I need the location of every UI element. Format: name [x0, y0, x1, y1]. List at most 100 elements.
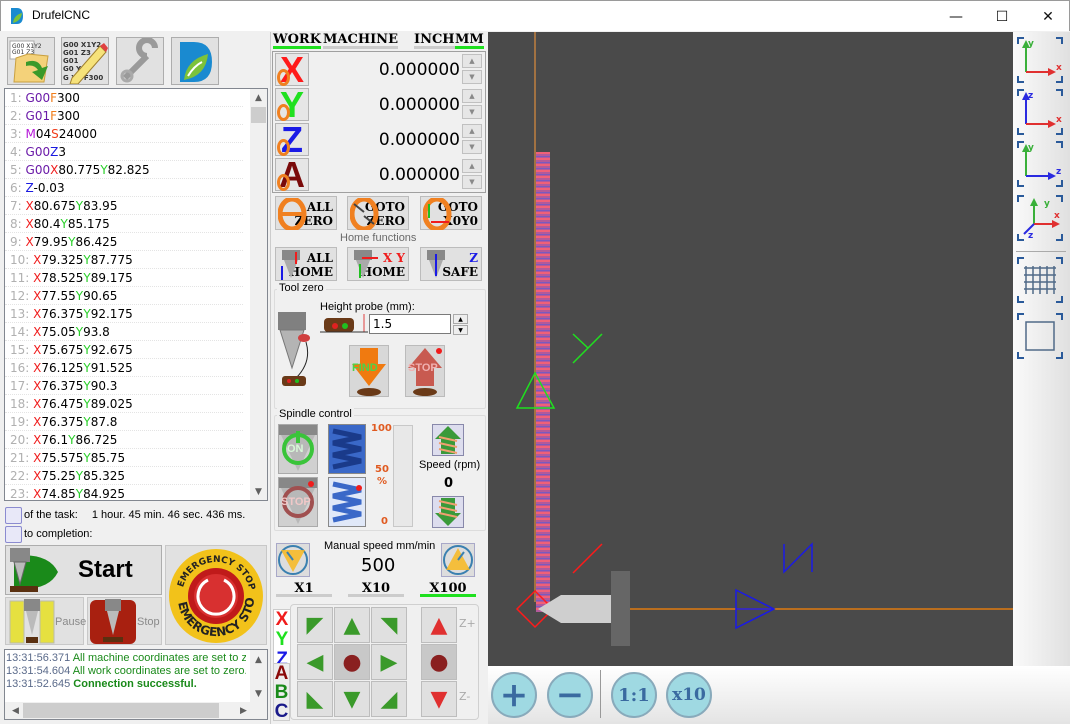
gcode-line[interactable]: 12: X77.55Y90.65 — [5, 287, 243, 305]
gcode-line[interactable]: 17: X76.375Y90.3 — [5, 377, 243, 395]
toolpath-canvas[interactable] — [488, 32, 1013, 666]
multiplier-x100[interactable]: X100 — [420, 581, 476, 597]
gcode-line[interactable]: 9: X79.95Y86.425 — [5, 233, 243, 251]
tab-machine[interactable]: MACHINE — [323, 32, 398, 49]
scroll-up-icon[interactable]: ▲ — [250, 89, 267, 106]
open-gcode-button[interactable]: G00 X1Y2 G01 Z3 — [7, 37, 55, 85]
gcode-line[interactable]: 4: G00Z3 — [5, 143, 243, 161]
zero-axis-a-button[interactable]: A — [275, 157, 309, 193]
gcode-line[interactable]: 3: M04S24000 — [5, 125, 243, 143]
probe-spin-down[interactable]: ▼ — [453, 325, 468, 335]
zoom-in-button[interactable]: + — [491, 672, 537, 718]
goto-zero-button[interactable]: GOTO ZERO — [347, 196, 409, 230]
view-xz-button[interactable]: zx — [1016, 88, 1064, 136]
gcode-line[interactable]: 5: G00X80.775Y82.825 — [5, 161, 243, 179]
probe-find-button[interactable]: FIND — [349, 345, 389, 397]
log-hscroll-thumb[interactable] — [23, 703, 219, 718]
view-yz-button[interactable]: yz — [1016, 140, 1064, 188]
gcode-line[interactable]: 1: G00F300 — [5, 89, 243, 107]
zero-axis-z-button[interactable]: Z — [275, 122, 309, 158]
jog-stop-z-button[interactable]: ● — [421, 644, 457, 680]
scroll-down-icon[interactable]: ▼ — [250, 483, 267, 500]
start-button[interactable]: Start — [5, 545, 162, 595]
toolpath-viewport[interactable] — [488, 32, 1013, 666]
jog-stop-xy-button[interactable]: ● — [334, 644, 370, 680]
axis-decrement-button[interactable]: ▼ — [462, 140, 482, 154]
slider-track[interactable] — [393, 425, 413, 527]
axis-decrement-button[interactable]: ▼ — [462, 70, 482, 84]
view-3d-button[interactable]: yx z — [1016, 194, 1064, 242]
tab-mm[interactable]: MM — [455, 32, 484, 49]
probe-spin-up[interactable]: ▲ — [453, 314, 468, 324]
gcode-line[interactable]: 16: X76.125Y91.525 — [5, 359, 243, 377]
log-vscrollbar[interactable]: ▲ ▼ — [250, 650, 267, 703]
jog-z-minus-button[interactable]: ▼ — [421, 681, 457, 717]
gcode-line[interactable]: 19: X76.375Y87.8 — [5, 413, 243, 431]
manual-speed-up-button[interactable] — [441, 543, 475, 577]
axis-increment-button[interactable]: ▲ — [462, 89, 482, 103]
jog-x-plus-y-minus-button[interactable]: ◢ — [371, 681, 407, 717]
gcode-line[interactable]: 14: X75.05Y93.8 — [5, 323, 243, 341]
gcode-line[interactable]: 6: Z-0.03 — [5, 179, 243, 197]
all-home-button[interactable]: ALL HOME — [275, 247, 337, 281]
speed-down-button[interactable] — [432, 496, 464, 528]
axis-decrement-button[interactable]: ▼ — [462, 175, 482, 189]
edit-gcode-button[interactable]: G00 X1Y2 G01 Z3 G01 G0 Y38 G X1 F300 — [61, 37, 109, 85]
log-scroll-up-icon[interactable]: ▲ — [250, 651, 267, 668]
all-zero-button[interactable]: ALL ZERO — [275, 196, 337, 230]
pause-button[interactable]: Pause — [5, 597, 86, 645]
manual-speed-down-button[interactable] — [276, 543, 310, 577]
gcode-line[interactable]: 21: X75.575Y85.75 — [5, 449, 243, 467]
gcode-line[interactable]: 13: X76.375Y92.175 — [5, 305, 243, 323]
view-xy-button[interactable]: yx — [1016, 36, 1064, 84]
goto-x0y0-button[interactable]: GOTO X0Y0 — [420, 196, 482, 230]
log-scroll-down-icon[interactable]: ▼ — [250, 685, 267, 702]
probe-stop-button[interactable]: STOP — [405, 345, 445, 397]
spindle-stop-button[interactable]: STOP — [278, 477, 318, 527]
spindle-override-slider[interactable]: 100 50 % 0 — [371, 423, 413, 529]
grid-toggle-button[interactable] — [1016, 256, 1064, 304]
minimize-button[interactable]: — — [933, 1, 979, 32]
jog-y-plus-button[interactable]: ▲ — [334, 607, 370, 643]
jog-y-minus-button[interactable]: ▼ — [334, 681, 370, 717]
jog-x-minus-y-plus-button[interactable]: ◤ — [297, 607, 333, 643]
stop-button[interactable]: Stop — [87, 597, 162, 645]
log-panel[interactable]: 13:31:56.371 All machine coordinates are… — [4, 649, 268, 720]
zoom-x10-button[interactable]: x10 — [666, 672, 712, 718]
axis-increment-button[interactable]: ▲ — [462, 124, 482, 138]
jog-z-plus-button[interactable]: ▲ — [421, 607, 457, 643]
axis-increment-button[interactable]: ▲ — [462, 159, 482, 173]
fit-view-button[interactable] — [1016, 312, 1064, 360]
maximize-button[interactable]: ☐ — [979, 1, 1025, 32]
gcode-scrollbar[interactable]: ▲ ▼ — [250, 89, 267, 500]
speed-up-button[interactable] — [432, 424, 464, 456]
xy-home-button[interactable]: X Y HOME — [347, 247, 409, 281]
spindle-on-button[interactable]: ON — [278, 424, 318, 474]
log-hscrollbar[interactable]: ◀ ▶ — [5, 702, 267, 719]
z-safe-button[interactable]: Z SAFE — [420, 247, 482, 281]
gcode-line[interactable]: 20: X76.1Y86.725 — [5, 431, 243, 449]
gcode-line[interactable]: 10: X79.325Y87.775 — [5, 251, 243, 269]
multiplier-x1[interactable]: X1 — [276, 581, 332, 597]
gcode-line[interactable]: 7: X80.675Y83.95 — [5, 197, 243, 215]
multiplier-x10[interactable]: X10 — [348, 581, 404, 597]
zoom-1to1-button[interactable]: 1:1 — [611, 672, 657, 718]
gcode-line[interactable]: 18: X76.475Y89.025 — [5, 395, 243, 413]
gcode-line[interactable]: 22: X75.25Y85.325 — [5, 467, 243, 485]
zoom-out-button[interactable]: − — [547, 672, 593, 718]
jog-x-minus-button[interactable]: ◀ — [297, 644, 333, 680]
gcode-line[interactable]: 2: G01F300 — [5, 107, 243, 125]
scroll-thumb[interactable] — [251, 107, 266, 123]
zero-axis-x-button[interactable]: X — [275, 52, 309, 88]
log-scroll-right-icon[interactable]: ▶ — [235, 702, 252, 719]
tab-work[interactable]: WORK — [273, 32, 322, 49]
height-probe-input[interactable] — [369, 314, 451, 334]
jog-x-minus-y-minus-button[interactable]: ◣ — [297, 681, 333, 717]
tab-abc[interactable]: A B C — [273, 663, 290, 721]
emergency-stop-button[interactable]: EMERGENCY STOP EMERGENCY STOP — [162, 535, 267, 645]
gcode-line[interactable]: 23: X74.85Y84.925 — [5, 485, 243, 500]
gcode-line[interactable]: 11: X78.525Y89.175 — [5, 269, 243, 287]
close-button[interactable]: ✕ — [1025, 1, 1070, 32]
gcode-line[interactable]: 15: X75.675Y92.675 — [5, 341, 243, 359]
settings-button[interactable] — [116, 37, 164, 85]
